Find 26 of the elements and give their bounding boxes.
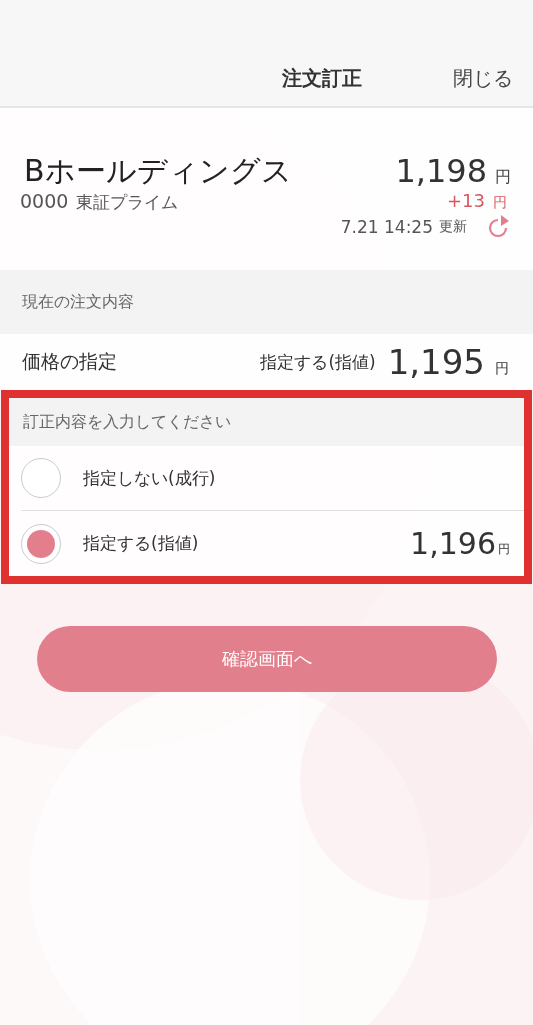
option-row[interactable]: 指定する(指値) 1,196 円: [21, 511, 524, 576]
radio-button[interactable]: [21, 458, 61, 498]
stock-name: Bホールディングス: [24, 152, 293, 190]
order-price: 1,195: [387, 342, 485, 382]
option-price: 1,196: [410, 526, 496, 561]
market-name: 東証プライム: [76, 191, 179, 214]
option-label: 指定しない(成行): [83, 466, 216, 490]
order-type: 指定する(指値): [260, 350, 376, 374]
section-title: 訂正内容を入力してください: [23, 411, 231, 433]
update-label: 更新: [439, 218, 467, 236]
change-unit: 円: [493, 194, 507, 212]
close-button[interactable]: 閉じる: [361, 65, 513, 92]
option-label: 指定する(指値): [83, 532, 199, 555]
stock-code: 0000: [20, 190, 69, 212]
refresh-icon[interactable]: [487, 214, 511, 240]
section-title: 現在の注文内容: [22, 291, 134, 313]
option-row[interactable]: 指定しない(成行): [21, 446, 524, 511]
radio-button[interactable]: [21, 523, 61, 564]
stock-price: 1,198: [395, 152, 487, 190]
update-time: 7.21 14:25: [340, 217, 433, 237]
price-change: +13: [447, 190, 485, 211]
price-unit: 円: [498, 541, 510, 558]
screen-title: 注文訂正: [281, 65, 362, 92]
price-unit: 円: [495, 167, 511, 188]
price-unit: 円: [495, 360, 509, 378]
row-label: 価格の指定: [22, 349, 117, 374]
